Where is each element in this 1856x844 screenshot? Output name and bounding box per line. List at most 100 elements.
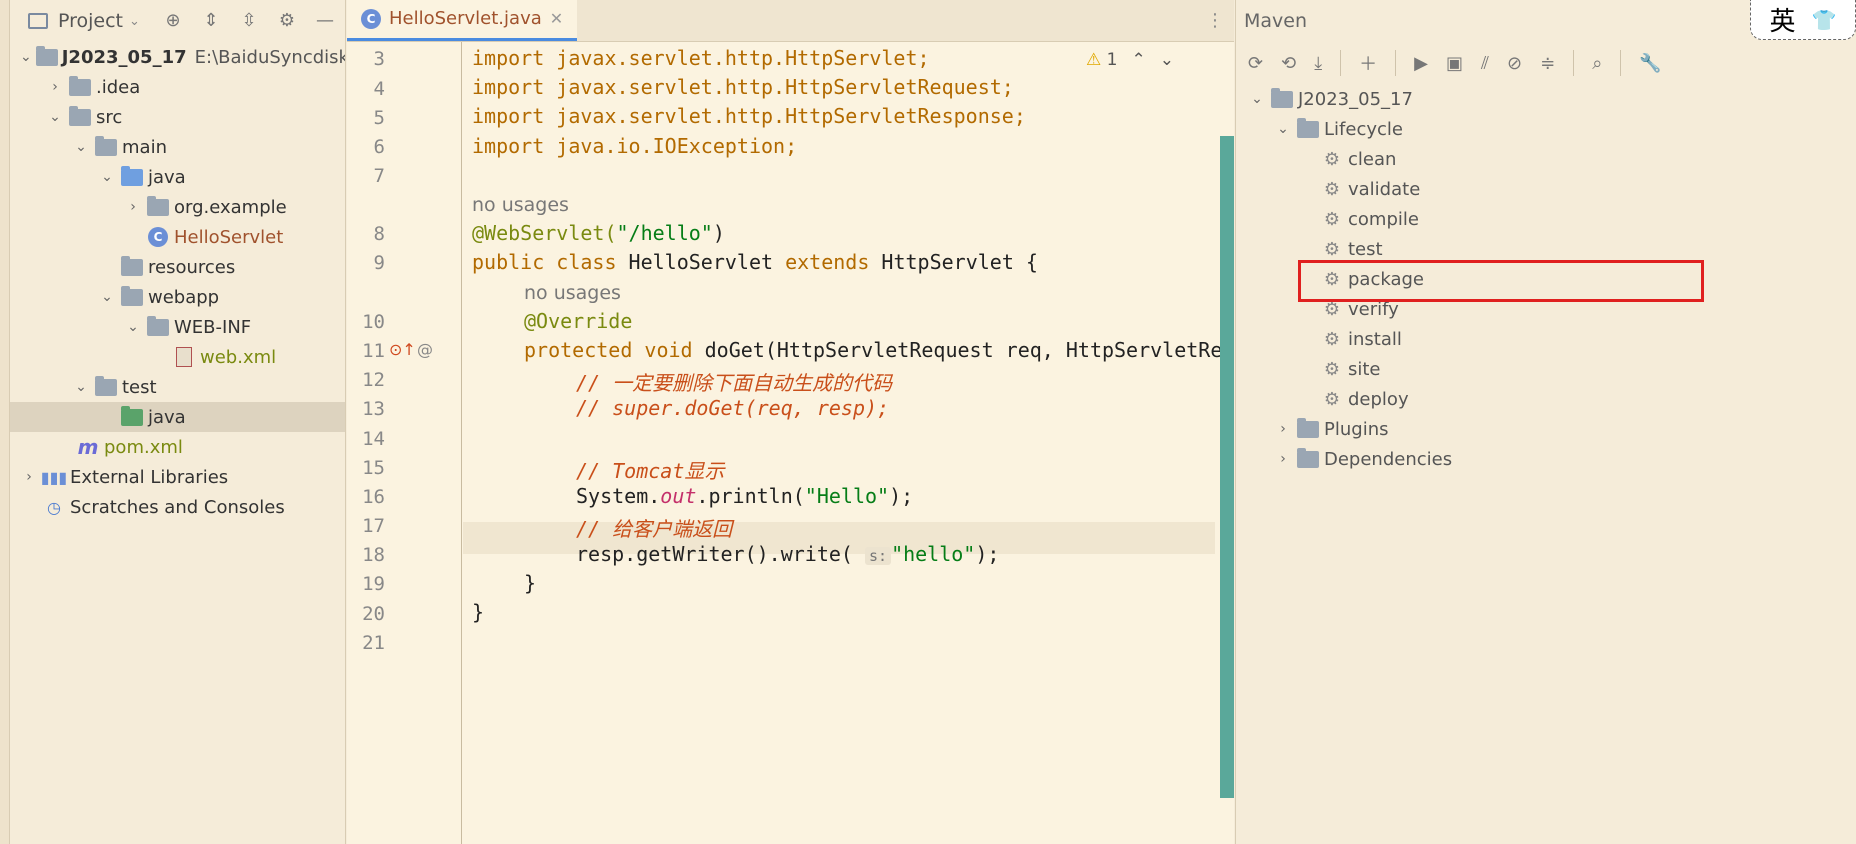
- tree-item-label: .idea: [96, 76, 141, 98]
- chevron-right-icon[interactable]: ›: [1274, 421, 1292, 437]
- tree-item-label: pom.xml: [104, 436, 183, 458]
- tree-item-src[interactable]: ⌄ src: [10, 102, 345, 132]
- execute-goal-icon[interactable]: ▣: [1446, 53, 1463, 74]
- line-number: 18: [362, 544, 385, 566]
- lifecycle-node[interactable]: ⌄ Lifecycle: [1236, 114, 1856, 144]
- tab-helloservlet-java[interactable]: C HelloServlet.java ✕: [347, 0, 578, 41]
- chevron-down-icon[interactable]: ⌄: [72, 139, 90, 155]
- chevron-down-icon[interactable]: ⌄: [1274, 121, 1292, 137]
- phase-deploy[interactable]: ⚙ deploy: [1236, 384, 1856, 414]
- collapse-all-icon[interactable]: ⇳: [237, 8, 261, 32]
- code-line: System.out.println("Hello");: [576, 484, 914, 508]
- phase-validate[interactable]: ⚙ validate: [1236, 174, 1856, 204]
- chevron-right-icon[interactable]: ›: [124, 199, 142, 215]
- chevron-down-icon[interactable]: ⌄: [46, 109, 64, 125]
- chevron-down-icon[interactable]: ⌄: [20, 49, 32, 65]
- inspection-widget[interactable]: ⚠ 1 ⌃ ⌄: [1086, 50, 1174, 70]
- tree-item-label: web.xml: [200, 346, 277, 368]
- toolbar-separator: [1395, 50, 1397, 76]
- chevron-up-icon[interactable]: ⌃: [1132, 50, 1146, 70]
- run-icon[interactable]: ▶: [1414, 53, 1428, 74]
- expand-all-icon[interactable]: ⇕: [199, 8, 223, 32]
- chevron-right-icon[interactable]: ›: [46, 79, 64, 95]
- tree-item-web-xml[interactable]: web.xml: [10, 342, 345, 372]
- phase-clean[interactable]: ⚙ clean: [1236, 144, 1856, 174]
- usages-hint[interactable]: no usages: [472, 194, 569, 216]
- warning-count: 1: [1106, 50, 1118, 70]
- tree-item-scratches[interactable]: ◷ Scratches and Consoles: [10, 492, 345, 522]
- tree-item-web-inf[interactable]: ⌄ WEB-INF: [10, 312, 345, 342]
- chevron-down-icon[interactable]: ⌄: [1160, 50, 1174, 70]
- line-number: 5: [373, 107, 385, 129]
- folder-icon: [68, 105, 92, 127]
- phase-compile[interactable]: ⚙ compile: [1236, 204, 1856, 234]
- code-line: @WebServlet("/hello"): [472, 221, 725, 245]
- scrollbar-thumb[interactable]: [1220, 136, 1234, 798]
- hide-icon[interactable]: —: [313, 8, 337, 32]
- project-panel: Project ⌄ ⊕ ⇕ ⇳ ⚙ — ⌄ J2023_05_17 E:\Bai…: [10, 0, 346, 844]
- tree-item-root[interactable]: ⌄ J2023_05_17 E:\BaiduSyncdisk\: [10, 42, 345, 72]
- tree-item-pom[interactable]: m pom.xml: [10, 432, 345, 462]
- chevron-down-icon[interactable]: ⌄: [1248, 91, 1266, 107]
- tree-item-test[interactable]: ⌄ test: [10, 372, 345, 402]
- code-area[interactable]: import javax.servlet.http.HttpServlet; i…: [472, 42, 1234, 844]
- toggle-offline-icon[interactable]: ⫽: [1481, 53, 1489, 74]
- line-number: 11: [362, 340, 385, 362]
- settings-gear-icon[interactable]: ⚙: [275, 8, 299, 32]
- plugins-folder-icon: [1296, 417, 1320, 439]
- maven-file-icon: m: [77, 435, 99, 459]
- tree-item-main[interactable]: ⌄ main: [10, 132, 345, 162]
- tree-item-label: src: [96, 106, 123, 128]
- tree-item-helloservlet[interactable]: C HelloServlet: [10, 222, 345, 252]
- tree-item-external-libraries[interactable]: › ▮▮▮ External Libraries: [10, 462, 345, 492]
- ime-indicator[interactable]: 英 👕: [1750, 0, 1856, 40]
- chevron-right-icon[interactable]: ›: [1274, 451, 1292, 467]
- gear-icon: ⚙: [1323, 388, 1341, 410]
- download-icon[interactable]: ⤓: [1314, 53, 1322, 74]
- chevron-right-icon[interactable]: ›: [20, 469, 38, 485]
- tree-item-resources[interactable]: resources: [10, 252, 345, 282]
- tree-item-idea[interactable]: › .idea: [10, 72, 345, 102]
- tree-item-org-example[interactable]: › org.example: [10, 192, 345, 222]
- chevron-down-icon[interactable]: ⌄: [124, 319, 142, 335]
- usages-hint[interactable]: no usages: [524, 282, 621, 304]
- close-icon[interactable]: ✕: [550, 9, 563, 28]
- tree-item-test-java[interactable]: java: [10, 402, 345, 432]
- test-source-folder-icon: [120, 405, 144, 427]
- reload-folder-icon[interactable]: ⟲: [1281, 53, 1296, 74]
- code-line: import javax.servlet.http.HttpServlet;: [472, 46, 930, 70]
- phase-install[interactable]: ⚙ install: [1236, 324, 1856, 354]
- wrench-icon[interactable]: 🔧: [1639, 53, 1661, 74]
- scratches-icon: ◷: [47, 497, 61, 517]
- reload-icon[interactable]: ⟳: [1248, 53, 1263, 74]
- maven-project-node[interactable]: ⌄ J2023_05_17: [1236, 84, 1856, 114]
- line-number: 4: [373, 78, 385, 100]
- more-vertical-icon[interactable]: ⋮: [1206, 10, 1224, 31]
- plugins-label: Plugins: [1324, 418, 1389, 440]
- code-line: resp.getWriter().write( s: "hello");: [576, 542, 1000, 566]
- skip-tests-icon[interactable]: ⊘: [1507, 53, 1522, 74]
- chevron-down-icon[interactable]: ⌄: [72, 379, 90, 395]
- gear-icon: ⚙: [1323, 178, 1341, 200]
- tree-item-webapp[interactable]: ⌄ webapp: [10, 282, 345, 312]
- resources-folder-icon: [120, 255, 144, 277]
- tree-item-path: E:\BaiduSyncdisk\: [194, 46, 346, 68]
- plugins-node[interactable]: › Plugins: [1236, 414, 1856, 444]
- phase-site[interactable]: ⚙ site: [1236, 354, 1856, 384]
- add-icon[interactable]: ＋: [1359, 50, 1377, 76]
- line-number: 10: [362, 311, 385, 333]
- project-panel-title[interactable]: Project: [58, 10, 123, 32]
- tree-item-label: HelloServlet: [174, 226, 284, 248]
- override-marker-icon[interactable]: ⊙↑: [389, 340, 416, 359]
- chevron-down-icon[interactable]: ⌄: [98, 169, 116, 185]
- analyze-dependencies-icon[interactable]: ⌕: [1592, 53, 1602, 74]
- dependencies-node[interactable]: › Dependencies: [1236, 444, 1856, 474]
- locate-icon[interactable]: ⊕: [161, 8, 185, 32]
- chevron-down-icon[interactable]: ⌄: [98, 289, 116, 305]
- editor-panel: C HelloServlet.java ✕ ⋮ 3 4 5 6 7 8 9 10…: [347, 0, 1234, 844]
- chevron-down-icon[interactable]: ⌄: [129, 14, 140, 29]
- code-line: import javax.servlet.http.HttpServletReq…: [472, 75, 1014, 99]
- tree-item-java[interactable]: ⌄ java: [10, 162, 345, 192]
- collapse-icon[interactable]: ≑: [1540, 53, 1555, 74]
- at-annotation-icon[interactable]: @: [417, 340, 433, 359]
